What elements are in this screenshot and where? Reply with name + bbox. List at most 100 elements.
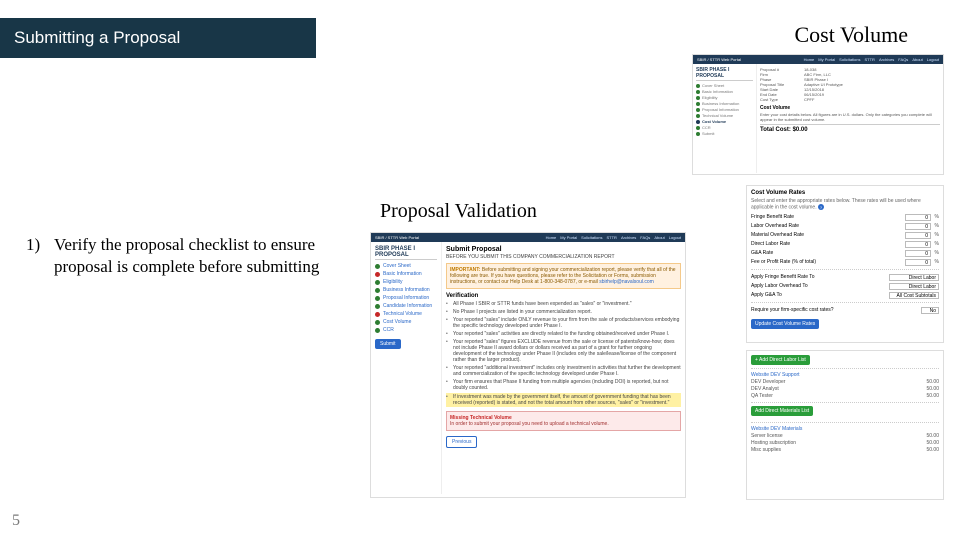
rate-rule-label: Require your firm-specific cost rates? [751, 307, 921, 313]
total-label: Total Cost: [760, 127, 791, 133]
sidebar-item[interactable]: Business Information [375, 287, 437, 293]
rate-apply-label: Apply Labor Overhead To [751, 283, 889, 289]
rate-input[interactable]: 0 [905, 232, 931, 239]
nav-link[interactable]: Solicitations [839, 57, 860, 62]
nav-link[interactable]: Solicitations [581, 235, 602, 240]
sidebar-item-label: Technical Volume [383, 311, 422, 317]
verification-bullet: All Phase I SBIR or STTR funds have been… [446, 301, 681, 307]
rate-input[interactable]: 0 [905, 241, 931, 248]
labor-line-name: DEV Developer [751, 379, 926, 385]
cost-volume-subtitle: Enter your cost details below. All figur… [760, 112, 940, 122]
nav-link[interactable]: Logout [669, 235, 681, 240]
sidebar-item[interactable]: CCR [696, 125, 753, 130]
verification-bullets: All Phase I SBIR or STTR funds have been… [446, 301, 681, 407]
sidebar-item[interactable]: Cost Volume [375, 319, 437, 325]
status-dot-icon [375, 304, 380, 309]
sidebar-item[interactable]: Proposal Information [375, 295, 437, 301]
help-icon[interactable]: ? [818, 204, 824, 210]
rate-apply-select[interactable]: Direct Labor [889, 283, 939, 290]
sidebar-item-label: Eligibility [702, 95, 718, 100]
nav-link[interactable]: FAQs [640, 235, 650, 240]
list-text: Verify the proposal checklist to ensure … [54, 234, 346, 278]
nav-link[interactable]: FAQs [898, 57, 908, 62]
nav-link[interactable]: Home [804, 57, 815, 62]
labor-group-name[interactable]: Website DEV Materials [751, 426, 939, 432]
sidebar-item[interactable]: Eligibility [375, 279, 437, 285]
screenshot-cost-volume-rates: Cost Volume Rates Select and enter the a… [746, 185, 944, 343]
rate-input[interactable]: 0 [905, 223, 931, 230]
labor-line-name: DEV Analyst [751, 386, 926, 392]
sidebar-item-label: Business Information [383, 287, 430, 293]
meta-value: CPFF [804, 97, 814, 102]
verification-bullet: Your firm ensures that Phase II funding … [446, 379, 681, 391]
sidebar-item[interactable]: Eligibility [696, 95, 753, 100]
percent-sign: % [931, 214, 939, 220]
nav-link[interactable]: Archives [879, 57, 894, 62]
sidebar-item[interactable]: Cover Sheet [375, 263, 437, 269]
list-number: 1) [26, 234, 44, 278]
sidebar-heading: SBIR PHASE I PROPOSAL [375, 246, 437, 260]
sidebar-item[interactable]: Business Information [696, 101, 753, 106]
nav-link[interactable]: About [912, 57, 922, 62]
nav-link[interactable]: My Portal [560, 235, 577, 240]
sidebar-heading: SBIR PHASE I PROPOSAL [696, 67, 753, 81]
nav-link[interactable]: About [654, 235, 664, 240]
rate-input[interactable]: 0 [905, 214, 931, 221]
sidebar-item[interactable]: Submit [696, 131, 753, 136]
rate-rule-select[interactable]: No [921, 307, 939, 314]
nav-link[interactable]: Archives [621, 235, 636, 240]
error-missing-technical-volume: Missing Technical Volume In order to sub… [446, 411, 681, 431]
rate-apply-select[interactable]: All Cost Subtotals [889, 292, 939, 299]
labor-group-name[interactable]: Website DEV Support [751, 372, 939, 378]
add-direct-labor-button[interactable]: + Add Direct Labor List [751, 355, 810, 365]
sidebar-item-cost-volume[interactable]: Cost Volume [696, 119, 753, 124]
sidebar-item[interactable]: Technical Volume [696, 113, 753, 118]
nav-link[interactable]: STTR [607, 235, 617, 240]
add-direct-materials-button[interactable]: Add Direct Materials List [751, 406, 813, 416]
status-dot-icon [696, 102, 700, 106]
rates-title: Cost Volume Rates [751, 190, 939, 196]
sidebar-item[interactable]: Technical Volume [375, 311, 437, 317]
nav-link[interactable]: My Portal [818, 57, 835, 62]
status-dot-icon [696, 108, 700, 112]
verification-bullet: Your reported "sales" figures EXCLUDE re… [446, 339, 681, 363]
rate-input[interactable]: 0 [905, 259, 931, 266]
verification-bullet: Your reported "sales" activities are dir… [446, 331, 681, 337]
nav-link[interactable]: Home [546, 235, 557, 240]
navbar: SBIR / STTR Web Portal Home My Portal So… [371, 233, 685, 242]
screenshot-cost-volume: SBIR / STTR Web Portal Home My Portal So… [692, 54, 944, 175]
rate-label: Fee or Profit Rate (% of total) [751, 259, 905, 265]
submit-proposal-subtitle: BEFORE YOU SUBMIT THIS COMPANY COMMERCIA… [446, 254, 681, 260]
verification-bullet-highlighted: If investment was made by the government… [446, 393, 681, 407]
sidebar-item[interactable]: Basic Information [375, 271, 437, 277]
sidebar-item-label: Eligibility [383, 279, 402, 285]
nav-links: Home My Portal Solicitations STTR Archiv… [804, 57, 939, 62]
slide-header-title: Submitting a Proposal [14, 28, 180, 48]
verification-bullet: Your reported "sales" include ONLY reven… [446, 317, 681, 329]
status-dot-icon [375, 288, 380, 293]
rate-input[interactable]: 0 [905, 250, 931, 257]
sidebar-item[interactable]: Cover Sheet [696, 83, 753, 88]
previous-button[interactable]: Previous [446, 436, 477, 448]
nav-links: Home My Portal Solicitations STTR Archiv… [546, 235, 681, 240]
nav-link[interactable]: Logout [927, 57, 939, 62]
page-number: 5 [12, 512, 20, 530]
labor-line-name: Misc supplies [751, 447, 926, 453]
rate-apply-select[interactable]: Direct Labor [889, 274, 939, 281]
submit-button[interactable]: Submit [375, 339, 401, 349]
labor-line-amount: 50.00 [926, 379, 939, 385]
percent-sign: % [931, 259, 939, 265]
sidebar-item-label: Cover Sheet [702, 83, 724, 88]
sidebar-item[interactable]: Basic Information [696, 89, 753, 94]
sidebar-item[interactable]: Proposal Information [696, 107, 753, 112]
update-rates-button[interactable]: Update Cost Volume Rates [751, 319, 819, 329]
alert-email-link[interactable]: sbirhelp@navalsoul.com [599, 279, 654, 285]
rate-apply-label: Apply G&A To [751, 292, 889, 298]
sidebar-item-label: Cover Sheet [383, 263, 411, 269]
sidebar-item[interactable]: Candidate Information [375, 303, 437, 309]
nav-link[interactable]: STTR [865, 57, 875, 62]
sidebar-item[interactable]: CCR [375, 327, 437, 333]
meta-key: Cost Type [760, 97, 800, 102]
verification-bullet: No Phase I projects are listed in your c… [446, 309, 681, 315]
proposal-meta: Proposal #18-038 FirmABC Firm, LLC Phase… [760, 67, 940, 102]
